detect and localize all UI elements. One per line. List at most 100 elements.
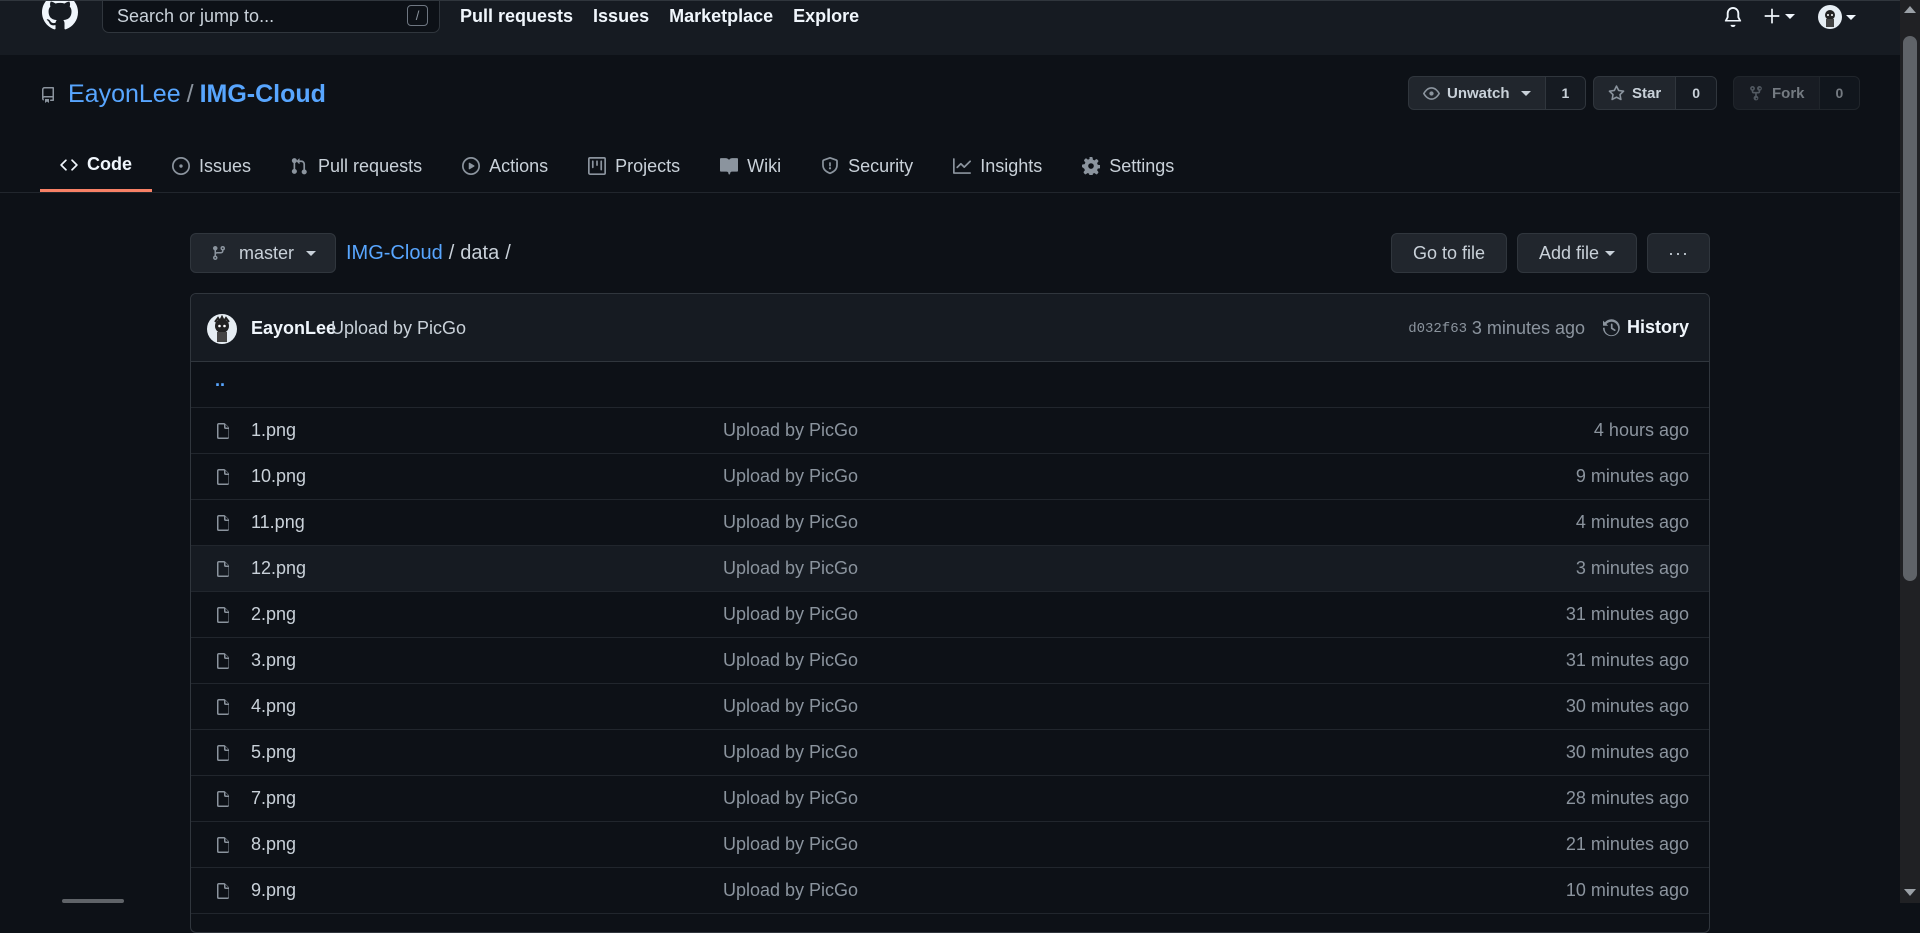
horizontal-scrollbar-thumb[interactable] (62, 899, 124, 903)
go-to-file-label: Go to file (1412, 242, 1486, 263)
watch-group: Unwatch 1 (1408, 76, 1587, 110)
commit-time: 3 minutes ago (1471, 318, 1585, 338)
repo-name-link[interactable]: IMG-Cloud (200, 80, 326, 109)
issue-icon (172, 157, 190, 175)
file-name-link[interactable]: 11.png (251, 512, 305, 533)
breadcrumb-repo-link[interactable]: IMG-Cloud (346, 242, 443, 265)
file-commit-link[interactable]: Upload by PicGo (723, 650, 858, 671)
file-name-link[interactable]: 8.png (251, 834, 296, 855)
table-row[interactable]: 7.png Upload by PicGo 28 minutes ago (191, 776, 1709, 822)
search-input[interactable]: Search or jump to... / (102, 1, 440, 33)
nav-marketplace[interactable]: Marketplace (669, 6, 773, 27)
file-name-link[interactable]: 3.png (251, 650, 296, 671)
history-link[interactable]: History (1602, 317, 1689, 338)
file-commit-link[interactable]: Upload by PicGo (723, 880, 858, 901)
scroll-down-arrow-icon[interactable] (1904, 889, 1916, 896)
parent-directory-row[interactable]: .. (191, 362, 1709, 408)
file-commit-link[interactable]: Upload by PicGo (723, 742, 858, 763)
file-name-link[interactable]: 7.png (251, 788, 296, 809)
file-name-link[interactable]: 9.png (251, 880, 296, 901)
star-icon (1608, 84, 1625, 102)
file-name-link[interactable]: 1.png (251, 420, 296, 441)
file-time: 31 minutes ago (1565, 650, 1689, 670)
chevron-down-icon (1605, 250, 1616, 256)
table-row[interactable]: 4.png Upload by PicGo 30 minutes ago (191, 684, 1709, 730)
nav-pull-requests[interactable]: Pull requests (460, 6, 573, 27)
branch-selector[interactable]: master (190, 233, 336, 273)
table-row[interactable]: 9.png Upload by PicGo 10 minutes ago (191, 868, 1709, 914)
tab-issues[interactable]: Issues (152, 140, 271, 192)
tab-insights[interactable]: Insights (933, 140, 1062, 192)
file-commit-link[interactable]: Upload by PicGo (723, 420, 858, 441)
shield-icon (821, 157, 839, 175)
file-name-link[interactable]: 12.png (251, 558, 306, 579)
table-row[interactable]: 1.png Upload by PicGo 4 hours ago (191, 408, 1709, 454)
fork-button[interactable]: Fork (1734, 77, 1820, 109)
commit-sha-link[interactable]: d032f63 (1408, 321, 1467, 337)
add-file-button[interactable]: Add file (1517, 233, 1637, 273)
file-icon (215, 606, 231, 624)
star-count[interactable]: 0 (1676, 77, 1716, 109)
file-commit-link[interactable]: Upload by PicGo (723, 512, 858, 533)
tab-wiki[interactable]: Wiki (700, 140, 801, 192)
fork-icon (1748, 85, 1765, 102)
table-row[interactable]: 2.png Upload by PicGo 31 minutes ago (191, 592, 1709, 638)
code-icon (60, 156, 78, 174)
file-name-link[interactable]: 4.png (251, 696, 296, 717)
user-menu[interactable] (1818, 5, 1856, 29)
bell-icon[interactable] (1723, 6, 1743, 28)
tab-label: Insights (980, 155, 1043, 176)
table-row[interactable]: 10.png Upload by PicGo 9 minutes ago (191, 454, 1709, 500)
tab-actions[interactable]: Actions (442, 140, 568, 192)
star-button[interactable]: Star (1594, 77, 1677, 109)
tab-pull-requests[interactable]: Pull requests (271, 140, 442, 192)
file-time: 10 minutes ago (1565, 880, 1689, 900)
avatar (1818, 5, 1842, 29)
breadcrumb-separator: / (448, 242, 455, 264)
table-row[interactable]: 12.png Upload by PicGo 3 minutes ago (191, 546, 1709, 592)
tab-security[interactable]: Security (801, 140, 933, 192)
chevron-down-icon (1846, 14, 1856, 20)
nav-explore[interactable]: Explore (793, 6, 859, 27)
file-commit-link[interactable]: Upload by PicGo (723, 604, 858, 625)
unwatch-button[interactable]: Unwatch (1409, 77, 1546, 109)
star-label: Star (1632, 84, 1662, 102)
tab-code[interactable]: Code (40, 140, 152, 192)
commit-author-avatar[interactable] (207, 314, 237, 344)
parent-directory-link[interactable]: .. (215, 370, 225, 391)
file-commit-link[interactable]: Upload by PicGo (723, 696, 858, 717)
go-to-file-button[interactable]: Go to file (1391, 233, 1507, 273)
file-commit-link[interactable]: Upload by PicGo (723, 558, 858, 579)
watch-count[interactable]: 1 (1545, 77, 1586, 109)
repo-icon (40, 85, 56, 105)
file-name-link[interactable]: 10.png (251, 466, 306, 487)
tab-projects[interactable]: Projects (568, 140, 700, 192)
more-options-button[interactable]: ··· (1647, 233, 1710, 273)
table-row[interactable]: 8.png Upload by PicGo 21 minutes ago (191, 822, 1709, 868)
repo-owner-link[interactable]: EayonLee (68, 80, 181, 109)
table-row[interactable]: 5.png Upload by PicGo 30 minutes ago (191, 730, 1709, 776)
nav-issues[interactable]: Issues (593, 6, 649, 27)
tab-settings[interactable]: Settings (1062, 140, 1194, 192)
top-header: Search or jump to... / Pull requests Iss… (0, 0, 1900, 55)
commit-author-link[interactable]: EayonLee (251, 318, 336, 339)
scrollbar-thumb[interactable] (1903, 36, 1917, 581)
eye-icon (1423, 85, 1440, 102)
commit-message-link[interactable]: Upload by PicGo (331, 318, 466, 339)
file-commit-link[interactable]: Upload by PicGo (723, 834, 858, 855)
file-time: 9 minutes ago (1575, 466, 1689, 486)
fork-count[interactable]: 0 (1819, 77, 1860, 109)
file-commit-link[interactable]: Upload by PicGo (723, 466, 858, 487)
file-name-link[interactable]: 2.png (251, 604, 296, 625)
latest-commit-bar: EayonLee Upload by PicGo d032f63 3 minut… (191, 294, 1709, 362)
github-logo-icon[interactable] (40, 1, 80, 37)
table-row[interactable]: 11.png Upload by PicGo 4 minutes ago (191, 500, 1709, 546)
create-new-menu[interactable] (1763, 7, 1795, 25)
plus-icon (1763, 7, 1781, 25)
file-icon (215, 560, 231, 578)
scroll-up-arrow-icon[interactable] (1904, 6, 1916, 13)
file-name-link[interactable]: 5.png (251, 742, 296, 763)
file-commit-link[interactable]: Upload by PicGo (723, 788, 858, 809)
chevron-down-icon (1785, 13, 1795, 19)
table-row[interactable]: 3.png Upload by PicGo 31 minutes ago (191, 638, 1709, 684)
